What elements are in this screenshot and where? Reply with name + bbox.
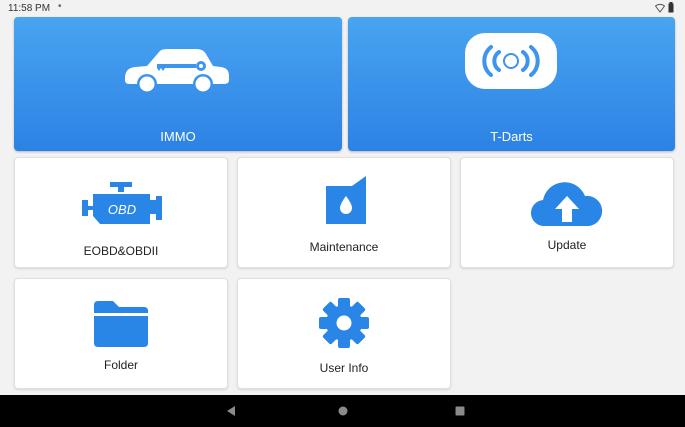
battery-icon [668,2,674,13]
maintenance-label: Maintenance [309,240,379,254]
notification-dot: • [58,1,62,12]
t-darts-tile[interactable]: T-Darts [348,17,675,151]
cloud-upload-icon [531,182,603,226]
back-button[interactable] [224,404,238,418]
home-button[interactable] [336,404,350,418]
folder-tile[interactable]: Folder [14,278,228,389]
transponder-icon [465,33,557,89]
folder-icon [94,301,148,347]
status-time: 11:58 PM [8,3,51,14]
update-tile[interactable]: Update [460,157,674,268]
wifi-icon [655,3,665,13]
status-bar: 11:58 PM • [0,0,685,16]
maintenance-tile[interactable]: Maintenance [237,157,451,268]
t-darts-label: T-Darts [490,129,533,144]
eobd-obdii-label: EOBD&OBDII [83,244,159,258]
car-key-icon [125,49,229,92]
immo-label: IMMO [160,129,196,144]
update-label: Update [547,238,587,252]
user-info-tile[interactable]: User Info [237,278,451,389]
status-icons [655,2,677,14]
recents-button[interactable] [453,404,467,418]
eobd-obdii-tile[interactable]: OBD EOBD&OBDII [14,157,228,268]
engine-obd-text: OBD [108,202,136,217]
folder-label: Folder [103,358,138,372]
gear-icon [319,298,369,348]
engine-icon: OBD [82,182,162,224]
navigation-bar [0,395,685,427]
user-info-label: User Info [319,361,369,375]
immo-tile[interactable]: IMMO [14,17,342,151]
oil-can-icon [326,176,366,224]
